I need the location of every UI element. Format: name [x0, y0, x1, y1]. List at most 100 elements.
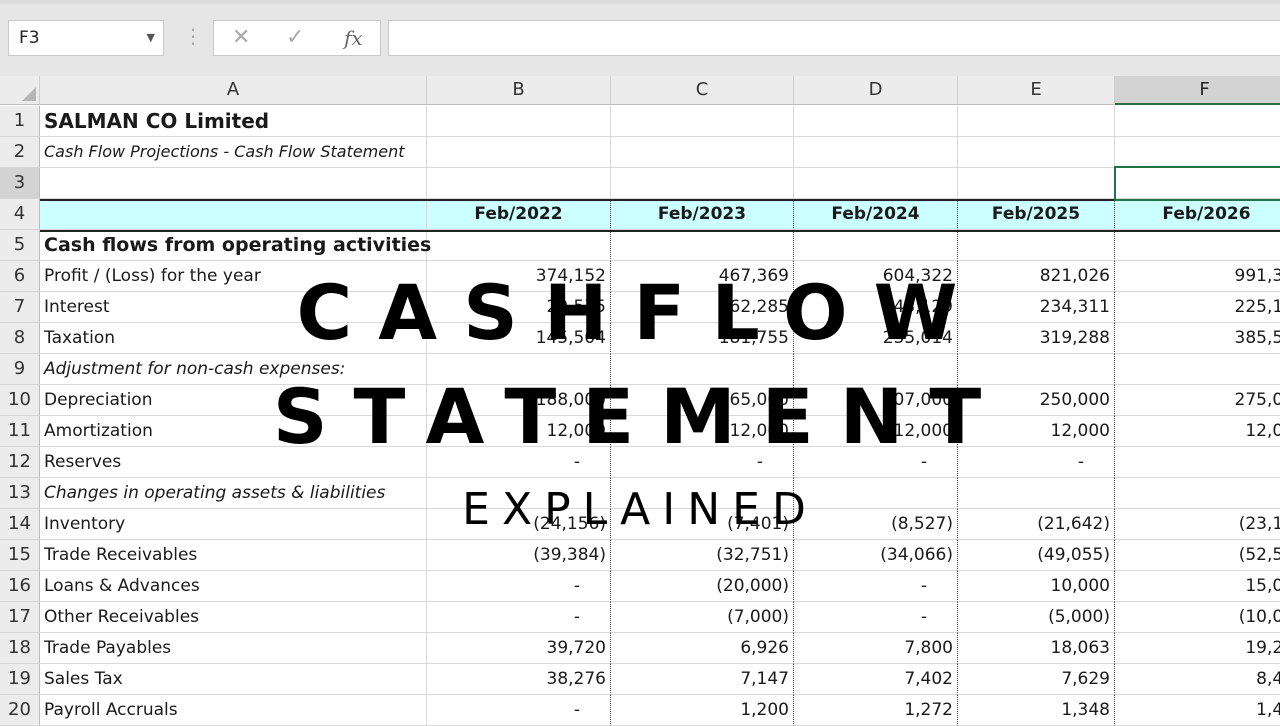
insert-function-icon[interactable]: fx [344, 26, 363, 50]
cell-f17[interactable]: (10,00 [1115, 602, 1280, 633]
cell-d17[interactable]: - [794, 602, 958, 633]
enter-check-icon[interactable]: ✓ [286, 26, 304, 50]
cell-a17[interactable]: Other Receivables [40, 602, 427, 633]
name-box-value: F3 [19, 28, 40, 48]
cell-b15[interactable]: (39,384) [427, 540, 611, 571]
cell-a16[interactable]: Loans & Advances [40, 571, 427, 602]
cell-e5[interactable] [958, 230, 1115, 261]
cell-d3[interactable] [794, 168, 958, 199]
cell-d18[interactable]: 7,800 [794, 633, 958, 664]
cell-d20[interactable]: 1,272 [794, 695, 958, 726]
cell-e16[interactable]: 10,000 [958, 571, 1115, 602]
cell-c5[interactable] [611, 230, 794, 261]
formula-buttons: ✕ ✓ fx [213, 20, 381, 56]
overlay-title-line2: STATEMENT [272, 372, 1008, 461]
cell-e2[interactable] [958, 137, 1115, 168]
cell-d5[interactable] [794, 230, 958, 261]
column-header-c[interactable]: C [611, 76, 794, 105]
cell-e3[interactable] [958, 168, 1115, 199]
cell-f2[interactable] [1115, 137, 1280, 168]
cell-e4[interactable]: Feb/2025 [958, 199, 1115, 230]
cell-d19[interactable]: 7,402 [794, 664, 958, 695]
row-header-20[interactable]: 20 [0, 695, 40, 726]
cell-c18[interactable]: 6,926 [611, 633, 794, 664]
cell-a4[interactable] [40, 199, 427, 230]
cell-a20[interactable]: Payroll Accruals [40, 695, 427, 726]
more-options-icon[interactable]: ⋮ [183, 26, 203, 46]
cell-f5[interactable] [1115, 230, 1280, 261]
select-all-corner[interactable] [0, 76, 40, 105]
column-header-e[interactable]: E [958, 76, 1115, 105]
row-header-16[interactable]: 16 [0, 571, 40, 602]
cell-d4[interactable]: Feb/2024 [794, 199, 958, 230]
row-header-5[interactable]: 5 [0, 230, 40, 261]
cell-a2[interactable]: Cash Flow Projections - Cash Flow Statem… [40, 137, 427, 168]
active-cell-selection[interactable] [1114, 166, 1280, 201]
row-header-17[interactable]: 17 [0, 602, 40, 633]
cell-a18[interactable]: Trade Payables [40, 633, 427, 664]
name-box[interactable]: F3 ▼ [8, 20, 164, 56]
cell-d1[interactable] [794, 106, 958, 137]
row-header-15[interactable]: 15 [0, 540, 40, 571]
cell-e18[interactable]: 18,063 [958, 633, 1115, 664]
column-header-f[interactable]: F [1115, 76, 1280, 105]
cell-b5[interactable] [427, 230, 611, 261]
row-header-4[interactable]: 4 [0, 199, 40, 230]
cell-e19[interactable]: 7,629 [958, 664, 1115, 695]
cell-c20[interactable]: 1,200 [611, 695, 794, 726]
column-header-a[interactable]: A [40, 76, 427, 105]
formula-input[interactable] [388, 20, 1280, 56]
cell-c17[interactable]: (7,000) [611, 602, 794, 633]
cell-f16[interactable]: 15,00 [1115, 571, 1280, 602]
chevron-down-icon[interactable]: ▼ [147, 21, 155, 55]
header-row-border-top [40, 199, 1280, 201]
cell-c2[interactable] [611, 137, 794, 168]
cell-f18[interactable]: 19,25 [1115, 633, 1280, 664]
cell-b18[interactable]: 39,720 [427, 633, 611, 664]
row-header-3[interactable]: 3 [0, 168, 40, 199]
cell-a19[interactable]: Sales Tax [40, 664, 427, 695]
cell-a5[interactable]: Cash flows from operating activities [40, 230, 431, 261]
cell-b3[interactable] [427, 168, 611, 199]
cell-b4[interactable]: Feb/2022 [427, 199, 611, 230]
column-header-b[interactable]: B [427, 76, 611, 105]
ribbon-edge [0, 0, 1280, 4]
cell-e15[interactable]: (49,055) [958, 540, 1115, 571]
cell-d15[interactable]: (34,066) [794, 540, 958, 571]
cell-a3[interactable] [40, 168, 427, 199]
cell-a1[interactable]: SALMAN CO Limited [40, 106, 427, 137]
cell-b1[interactable] [427, 106, 611, 137]
cell-b20[interactable]: - [427, 695, 611, 726]
cell-e20[interactable]: 1,348 [958, 695, 1115, 726]
row-header-18[interactable]: 18 [0, 633, 40, 664]
cell-c4[interactable]: Feb/2023 [611, 199, 794, 230]
cell-f4[interactable]: Feb/2026 [1115, 199, 1280, 230]
overlay-subtitle: EXPLAINED [462, 484, 818, 535]
header-row-border-bottom [40, 230, 1280, 232]
row-header-2[interactable]: 2 [0, 137, 40, 168]
cell-d16[interactable]: - [794, 571, 958, 602]
cell-c1[interactable] [611, 106, 794, 137]
cell-f19[interactable]: 8,43 [1115, 664, 1280, 695]
row-header-1[interactable]: 1 [0, 106, 40, 137]
cell-b2[interactable] [427, 137, 611, 168]
cell-f1[interactable] [1115, 106, 1280, 137]
cell-d2[interactable] [794, 137, 958, 168]
cancel-icon[interactable]: ✕ [232, 26, 250, 50]
cell-c15[interactable]: (32,751) [611, 540, 794, 571]
cell-f15[interactable]: (52,52 [1115, 540, 1280, 571]
cell-e17[interactable]: (5,000) [958, 602, 1115, 633]
cell-b17[interactable]: - [427, 602, 611, 633]
cell-b19[interactable]: 38,276 [427, 664, 611, 695]
cell-c19[interactable]: 7,147 [611, 664, 794, 695]
cell-c3[interactable] [611, 168, 794, 199]
formula-bar-area: F3 ▼ ⋮ ✕ ✓ fx [0, 0, 1280, 78]
row-header-19[interactable]: 19 [0, 664, 40, 695]
cell-f20[interactable]: 1,42 [1115, 695, 1280, 726]
cell-e1[interactable] [958, 106, 1115, 137]
column-header-d[interactable]: D [794, 76, 958, 105]
select-all-icon [22, 87, 36, 101]
cell-b16[interactable]: - [427, 571, 611, 602]
cell-c16[interactable]: (20,000) [611, 571, 794, 602]
cell-a15[interactable]: Trade Receivables [40, 540, 427, 571]
